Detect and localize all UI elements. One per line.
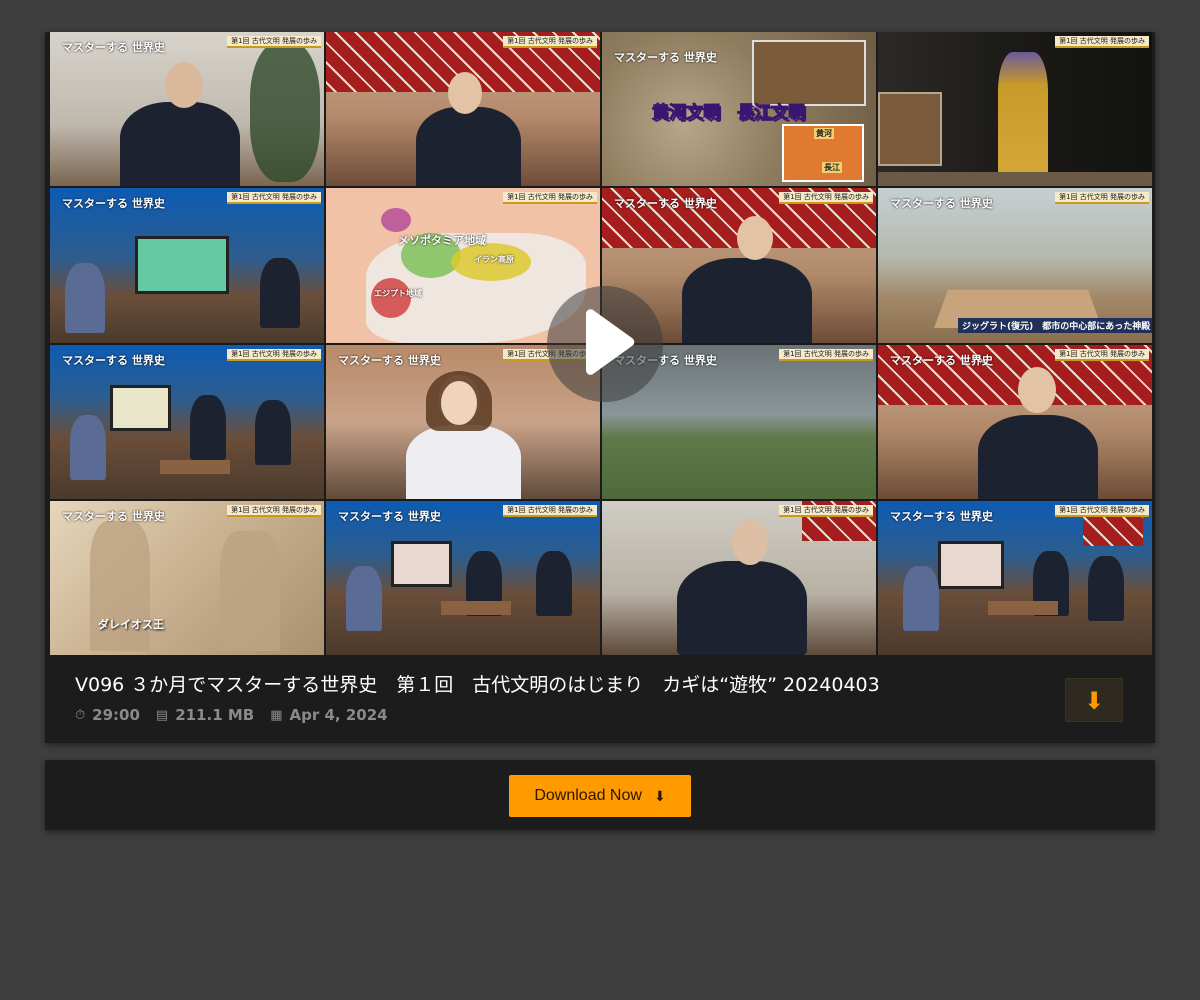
caption-yellow-river: 黄河文明 長江文明 (652, 103, 806, 124)
video-info: V096 ３か月でマスターする世界史 第１回 古代文明のはじまり カギは“遊牧”… (75, 672, 1055, 724)
video-card: マスターする 世界史 第1回 古代文明 発展の歩み 第1回 古代文明 発展の歩み… (45, 32, 1155, 743)
episode-banner: 第1回 古代文明 発展の歩み (227, 192, 321, 205)
show-logo: マスターする 世界史 (890, 509, 993, 523)
show-logo: マスターする 世界史 (338, 509, 441, 523)
video-title: V096 ３か月でマスターする世界史 第１回 古代文明のはじまり カギは“遊牧”… (75, 674, 880, 696)
show-logo: マスターする 世界史 (890, 353, 993, 367)
download-now-label: Download Now (534, 787, 642, 804)
thumb-tile: 第1回 古代文明 発展の歩み (878, 32, 1152, 187)
file-icon: ▤ (155, 707, 169, 723)
play-button[interactable] (547, 286, 663, 402)
publish-date: ▦ Apr 4, 2024 (270, 706, 387, 724)
map-label-iran: イラン高原 (474, 255, 514, 265)
show-logo: マスターする 世界史 (890, 197, 993, 211)
calendar-icon: ▦ (270, 707, 283, 723)
map-label-yellow-river: 黄河 (814, 128, 834, 139)
episode-banner: 第1回 古代文明 発展の歩み (503, 192, 597, 205)
map-label-yangtze: 長江 (822, 162, 842, 173)
thumb-tile: 第1回 古代文明 発展の歩み (326, 32, 600, 187)
thumb-tile: マスターする 世界史 第1回 古代文明 発展の歩み (878, 500, 1152, 655)
show-logo: マスターする 世界史 (338, 353, 441, 367)
episode-banner: 第1回 古代文明 発展の歩み (1055, 504, 1149, 517)
episode-banner: 第1回 古代文明 発展の歩み (503, 504, 597, 517)
show-logo: マスターする 世界史 (62, 353, 165, 367)
thumb-tile: マスターする 世界史 第1回 古代文明 発展の歩み (326, 500, 600, 655)
episode-banner: 第1回 古代文明 発展の歩み (227, 36, 321, 48)
file-size-value: 211.1 MB (175, 706, 255, 724)
caption-darius: ダレイオス王 (98, 617, 164, 631)
episode-banner: 第1回 古代文明 発展の歩み (503, 36, 597, 48)
duration: ⏱ 29:00 (75, 706, 140, 724)
thumb-tile: マスターする 世界史 第1回 古代文明 発展の歩み (878, 344, 1152, 499)
episode-banner: 第1回 古代文明 発展の歩み (1055, 36, 1149, 48)
thumb-tile: マスターする 世界史 第1回 古代文明 発展の歩み (50, 188, 324, 343)
show-logo: マスターする 世界史 (62, 509, 165, 523)
publish-date-value: Apr 4, 2024 (289, 706, 388, 724)
show-logo: マスターする 世界史 (62, 197, 165, 211)
download-icon: ⬇ (653, 787, 666, 804)
download-icon: ⬇ (1083, 687, 1105, 715)
show-logo: マスターする 世界史 (614, 197, 717, 211)
show-logo: マスターする 世界史 (614, 51, 717, 64)
download-bar: Download Now ⬇ (45, 760, 1155, 830)
caption-ziggurat: ジッグラト(復元) 都市の中心部にあった神殿 (958, 318, 1152, 334)
thumb-tile: ダレイオス王 マスターする 世界史 第1回 古代文明 発展の歩み (50, 500, 324, 655)
episode-banner: 第1回 古代文明 発展の歩み (779, 192, 873, 205)
download-icon-button[interactable]: ⬇ (1065, 678, 1123, 722)
map-label-mesopotamia: メソポタミア地域 (398, 234, 486, 248)
thumb-tile: マスターする 世界史 第1回 古代文明 発展の歩み (50, 344, 324, 499)
clock-icon: ⏱ (75, 707, 86, 723)
file-size: ▤ 211.1 MB (156, 706, 254, 724)
episode-banner: 第1回 古代文明 発展の歩み (1055, 348, 1149, 361)
thumb-tile: 第1回 古代文明 発展の歩み (602, 500, 876, 655)
episode-banner: 第1回 古代文明 発展の歩み (779, 504, 873, 517)
video-meta: ⏱ 29:00 ▤ 211.1 MB ▦ Apr 4, 2024 (75, 706, 1055, 724)
episode-banner: 第1回 古代文明 発展の歩み (779, 348, 873, 361)
thumb-tile: マスターする 世界史 第1回 古代文明 発展の歩み (50, 32, 324, 187)
duration-value: 29:00 (92, 706, 140, 724)
episode-banner: 第1回 古代文明 発展の歩み (227, 504, 321, 517)
episode-banner: 第1回 古代文明 発展の歩み (1055, 192, 1149, 205)
show-logo: マスターする 世界史 (62, 41, 165, 54)
video-thumbnail[interactable]: マスターする 世界史 第1回 古代文明 発展の歩み 第1回 古代文明 発展の歩み… (50, 32, 1152, 655)
map-label-egypt: エジプト地域 (374, 289, 422, 299)
thumb-tile: 黄河文明 長江文明 黄河 長江 マスターする 世界史 (602, 32, 876, 187)
play-icon (586, 309, 635, 375)
thumb-tile: ジッグラト(復元) 都市の中心部にあった神殿 マスターする 世界史 第1回 古代… (878, 188, 1152, 343)
download-now-button[interactable]: Download Now ⬇ (509, 775, 691, 817)
episode-banner: 第1回 古代文明 発展の歩み (227, 348, 321, 361)
